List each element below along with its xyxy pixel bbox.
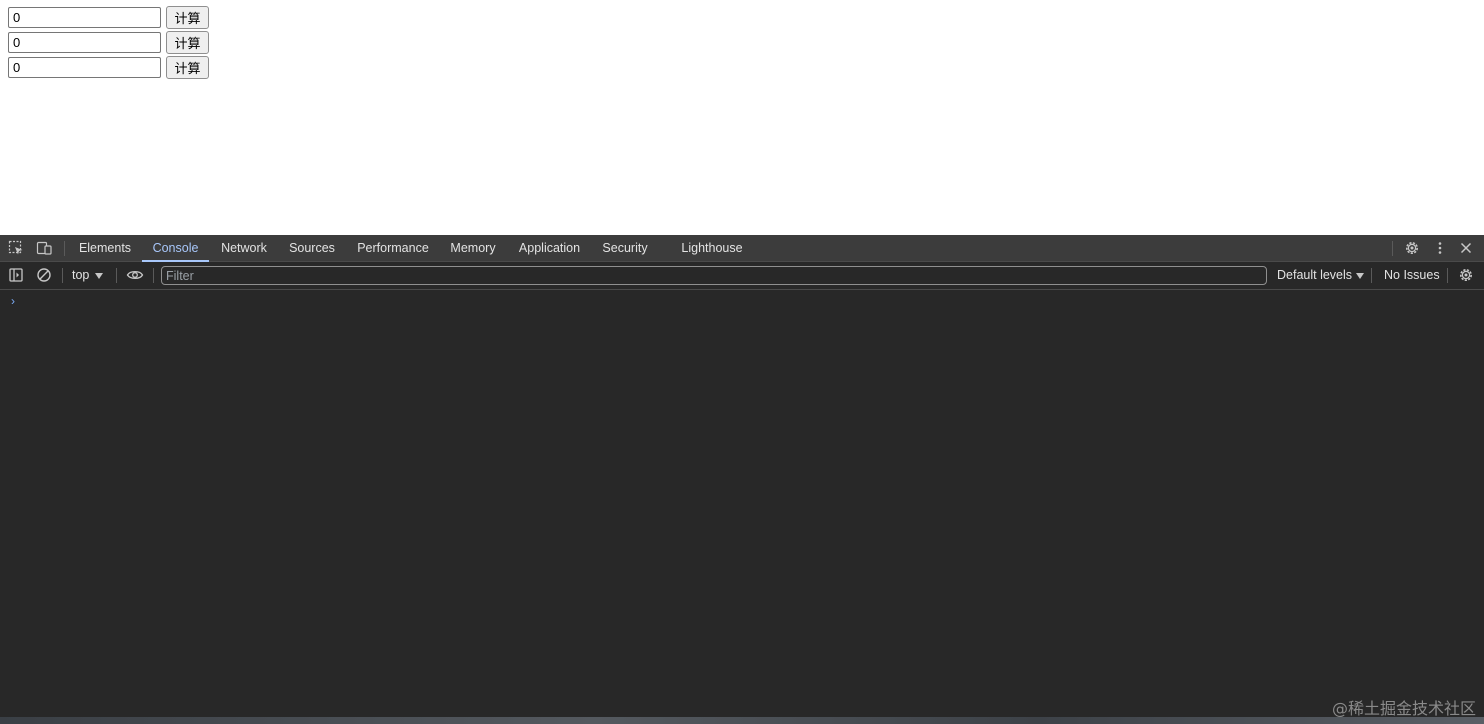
tab-lighthouse[interactable]: Lighthouse [674, 235, 750, 261]
toolbar-divider [1371, 268, 1372, 283]
window-bottom-edge [0, 717, 1484, 724]
number-input[interactable] [8, 6, 161, 28]
devtools-panel: Elements Console Network Sources Perform… [0, 235, 1484, 724]
toolbar-divider [153, 268, 154, 283]
toolbar-divider [62, 268, 63, 283]
caret-down-icon [1356, 272, 1365, 279]
filter-input[interactable] [161, 266, 1267, 285]
tab-performance[interactable]: Performance [350, 235, 436, 261]
tab-application[interactable]: Application [511, 235, 588, 261]
context-selector[interactable]: top [72, 262, 104, 289]
watermark: @稀土掘金技术社区 [1331, 699, 1476, 718]
context-label: top [72, 268, 90, 282]
close-icon[interactable] [1457, 239, 1475, 257]
tabbar-divider [64, 241, 65, 256]
console-toolbar: top Default levels No Issues [0, 262, 1484, 290]
clear-console-icon[interactable] [35, 266, 53, 284]
number-input[interactable] [8, 31, 161, 53]
console-settings-gear-icon[interactable] [1457, 266, 1475, 284]
log-levels-label: Default levels [1277, 268, 1353, 282]
console-prompt-icon[interactable]: › [11, 294, 15, 308]
tab-elements[interactable]: Elements [72, 235, 138, 261]
calculate-button[interactable]: 计算 [166, 5, 209, 29]
tab-network[interactable]: Network [214, 235, 274, 261]
page-content: 计算 计算 计算 [0, 0, 1484, 235]
toolbar-divider [1447, 268, 1448, 283]
calculator-row: 计算 [8, 5, 209, 29]
sidebar-toggle-icon[interactable] [7, 266, 25, 284]
live-expression-eye-icon[interactable] [125, 266, 145, 284]
issues-counter[interactable]: No Issues [1384, 262, 1440, 289]
settings-gear-icon[interactable] [1403, 239, 1421, 257]
caret-down-icon [95, 272, 104, 279]
tab-security[interactable]: Security [596, 235, 654, 261]
inspect-element-icon[interactable] [7, 239, 25, 257]
calculator-row: 计算 [8, 55, 209, 79]
more-options-icon[interactable] [1431, 239, 1449, 257]
tabbar-divider [1392, 241, 1393, 256]
tab-sources[interactable]: Sources [282, 235, 342, 261]
calculator-row: 计算 [8, 30, 209, 54]
devtools-tabbar: Elements Console Network Sources Perform… [0, 235, 1484, 262]
number-input[interactable] [8, 56, 161, 78]
calculate-button[interactable]: 计算 [166, 30, 209, 54]
calculate-button[interactable]: 计算 [166, 55, 209, 79]
tab-memory[interactable]: Memory [443, 235, 503, 261]
device-toolbar-icon[interactable] [35, 239, 53, 257]
log-levels-dropdown[interactable]: Default levels [1277, 262, 1365, 289]
tab-console[interactable]: Console [142, 235, 209, 262]
toolbar-divider [116, 268, 117, 283]
